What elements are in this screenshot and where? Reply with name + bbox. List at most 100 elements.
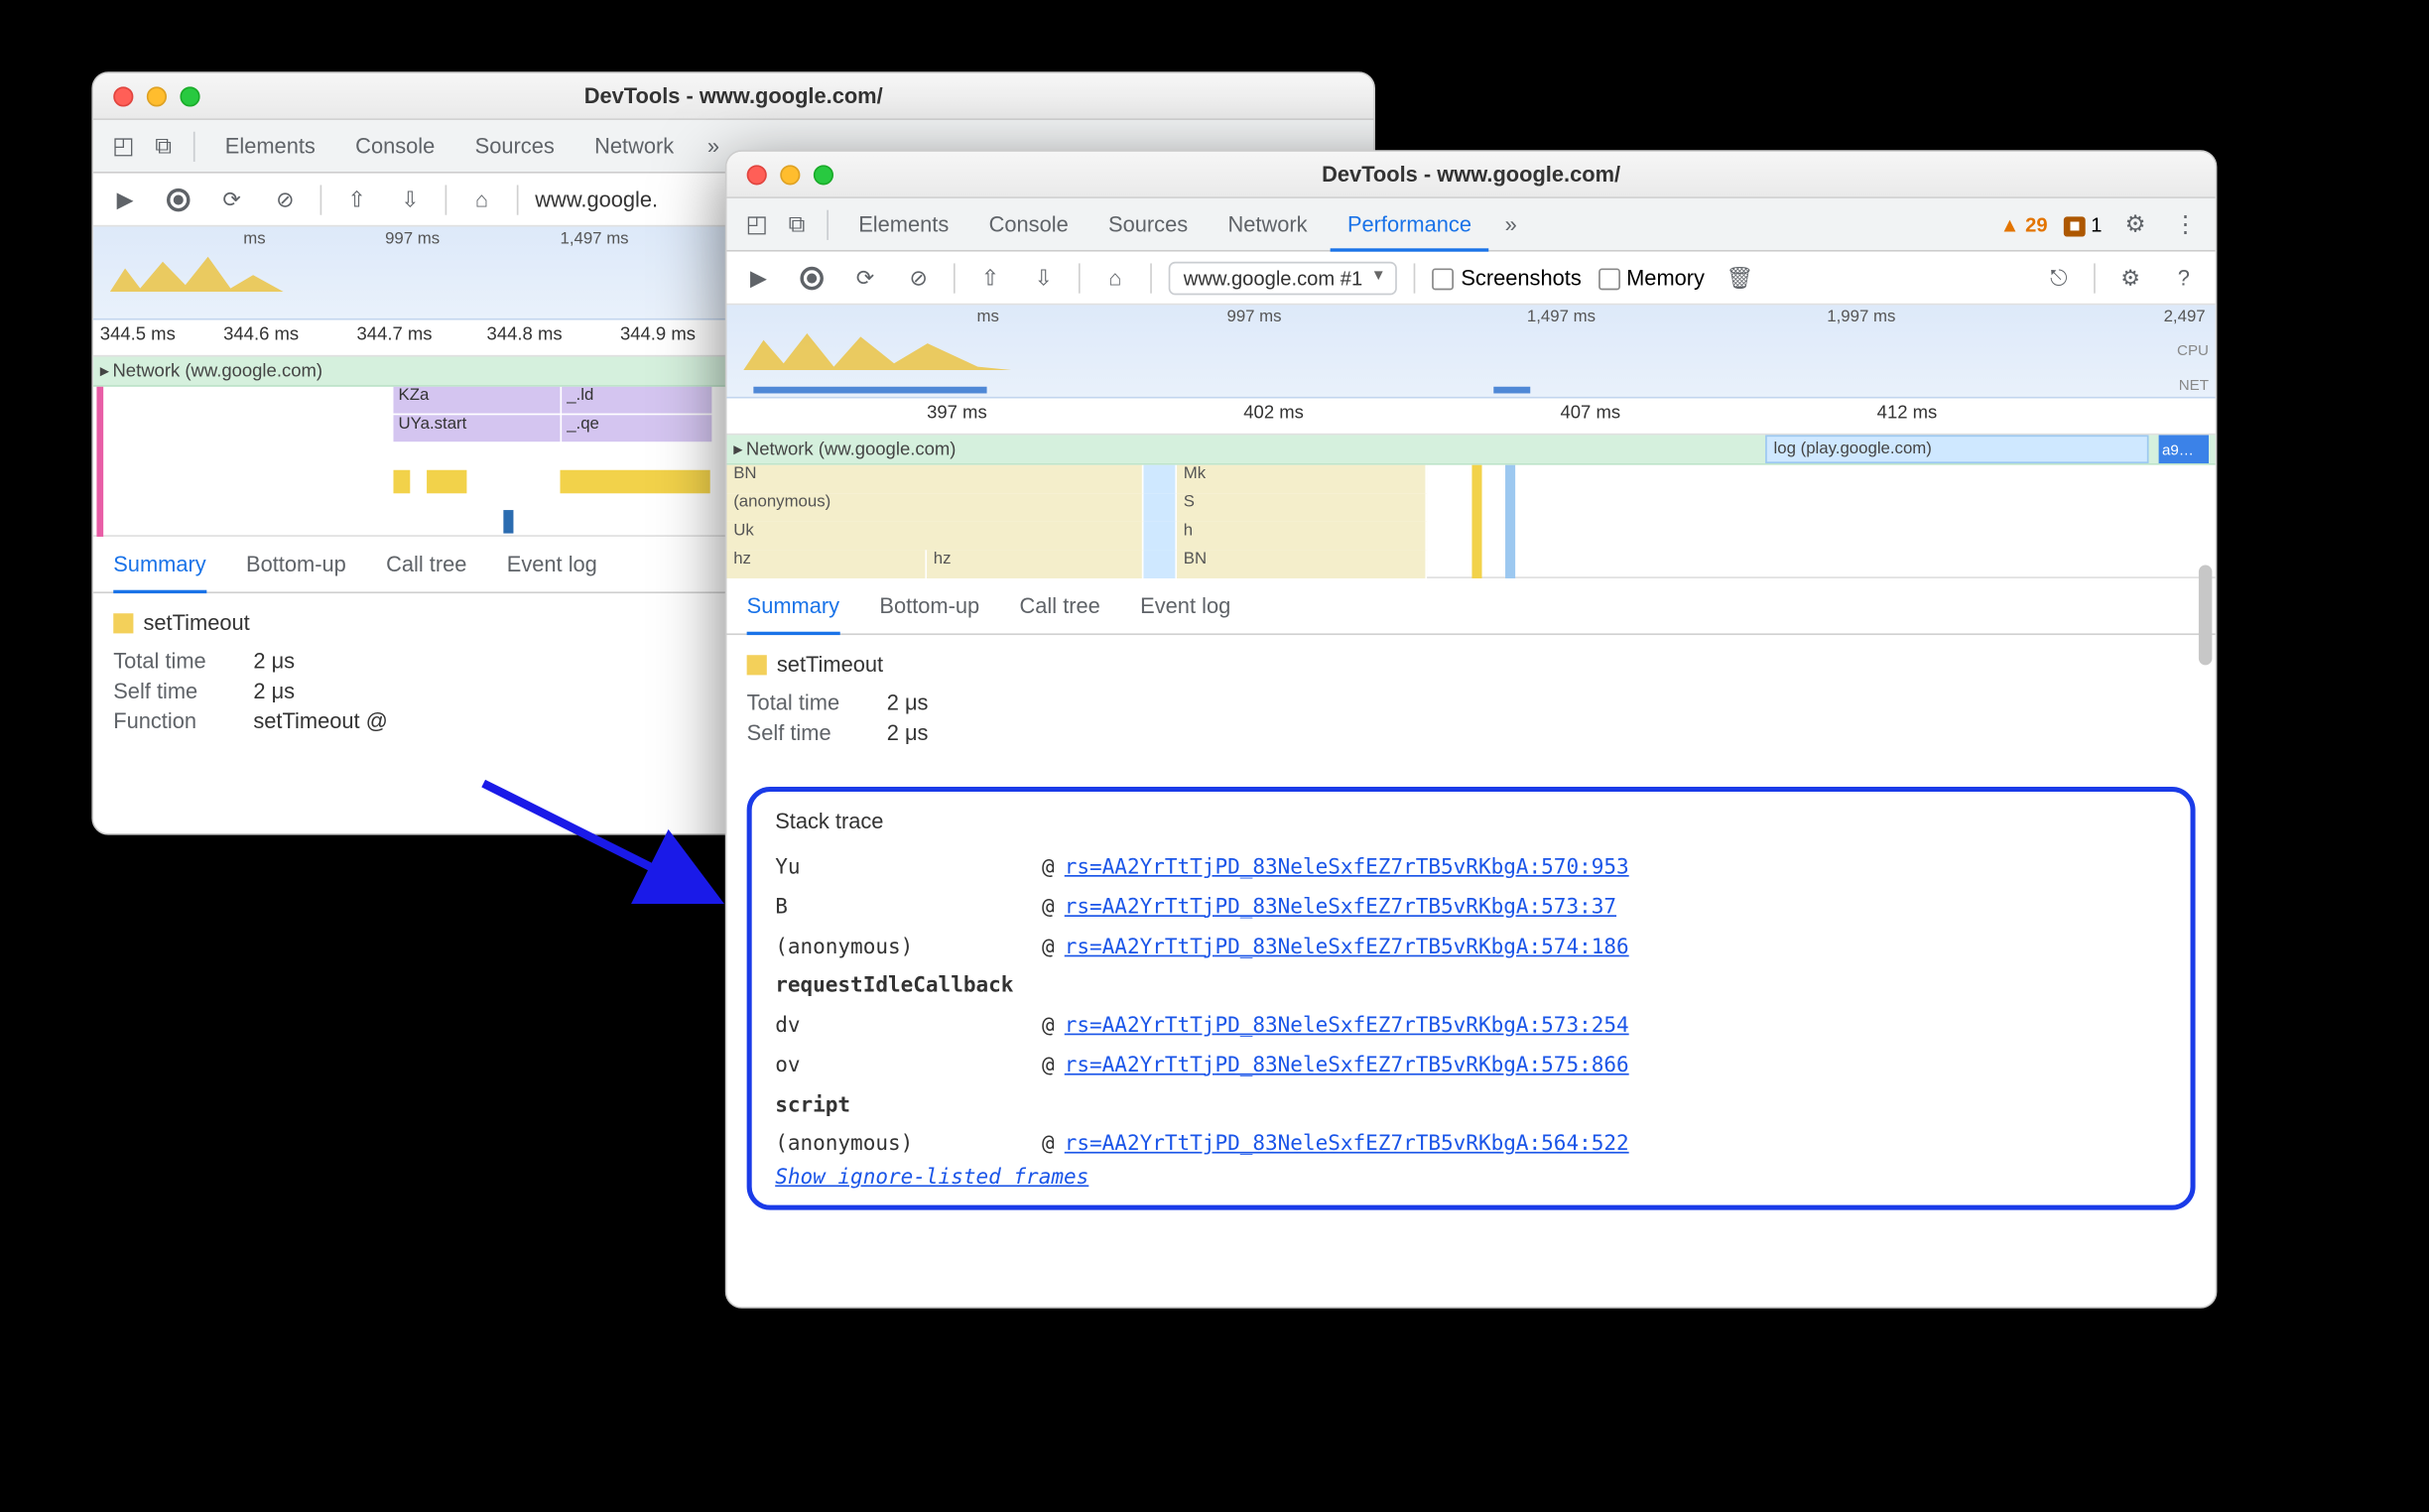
stack-frame: dv@rs=AA2YrTtTjPD_83NeleSxfEZ7rTB5vRKbgA… [775, 1005, 2167, 1045]
flame-block[interactable]: KZa [393, 387, 560, 414]
flame-block[interactable]: S [1177, 493, 1427, 522]
tab-console[interactable]: Console [338, 119, 451, 173]
home-icon[interactable]: ⌂ [1096, 259, 1133, 296]
ruler-tick: 344.9 ms [620, 325, 696, 345]
gc-icon[interactable]: 🗑 [1722, 259, 1758, 296]
tab-elements[interactable]: Elements [208, 119, 332, 173]
reload-icon[interactable]: ⟳ [213, 181, 250, 217]
flame-block[interactable] [1143, 493, 1177, 522]
subtab-calltree[interactable]: Call tree [386, 536, 466, 592]
flame-block[interactable]: Mk [1177, 465, 1427, 494]
issue-badge[interactable]: ■ 1 [2064, 212, 2102, 236]
subtab-bottomup[interactable]: Bottom-up [879, 577, 979, 634]
color-swatch [113, 612, 133, 632]
tab-elements[interactable]: Elements [841, 197, 965, 251]
device-toolbar-icon[interactable]: ⧉ [780, 207, 814, 241]
clear-icon[interactable]: ⊘ [267, 181, 304, 217]
stack-source-link[interactable]: rs=AA2YrTtTjPD_83NeleSxfEZ7rTB5vRKbgA:57… [1065, 926, 1629, 965]
warning-badge[interactable]: ▲ 29 [2000, 212, 2048, 236]
tab-performance[interactable]: Performance [1331, 198, 1488, 252]
flame-block[interactable]: hz [726, 550, 927, 578]
help-icon[interactable]: ? [2165, 259, 2202, 296]
download-icon[interactable]: ⇩ [1025, 259, 1062, 296]
clear-icon[interactable]: ⊘ [900, 259, 937, 296]
timeline-overview[interactable]: ms 997 ms 1,497 ms 1,997 ms 2,497 CPU NE… [726, 305, 2215, 398]
network-bar-log[interactable]: log (play.google.com) [1765, 435, 2148, 463]
flame-block[interactable]: Uk [726, 522, 1143, 551]
shortcuts-icon[interactable]: ⎋ [2040, 259, 2077, 296]
stack-frame: script [775, 1084, 2167, 1124]
scrollbar[interactable] [2199, 566, 2212, 666]
flame-block[interactable]: _.ld [562, 387, 711, 414]
kv-val: setTimeout @ [253, 708, 387, 733]
subtab-eventlog[interactable]: Event log [1140, 577, 1230, 634]
titlebar[interactable]: DevTools - www.google.com/ [726, 152, 2215, 198]
flame-block[interactable]: h [1177, 522, 1427, 551]
stack-trace-box: Stack trace Yu@rs=AA2YrTtTjPD_83NeleSxfE… [747, 787, 2196, 1210]
inspect-icon[interactable]: ◰ [107, 129, 141, 163]
upload-icon[interactable]: ⇧ [338, 181, 375, 217]
screenshots-toggle[interactable]: Screenshots [1433, 265, 1582, 290]
tick: 997 ms [1226, 309, 1281, 326]
tick: 1,497 ms [1527, 309, 1596, 326]
color-swatch [747, 654, 767, 674]
tab-console[interactable]: Console [972, 197, 1086, 251]
flame-block[interactable]: BN [1177, 550, 1427, 578]
device-toolbar-icon[interactable]: ⧉ [147, 129, 181, 163]
toggle-drawer-icon[interactable]: ▶ [740, 259, 777, 296]
titlebar[interactable]: DevTools - www.google.com/ [93, 73, 1373, 120]
flame-block[interactable] [1143, 465, 1177, 494]
flame-block[interactable]: UYa.start [393, 415, 560, 441]
home-icon[interactable]: ⌂ [463, 181, 500, 217]
stack-source-link[interactable]: rs=AA2YrTtTjPD_83NeleSxfEZ7rTB5vRKbgA:57… [1065, 886, 1616, 926]
selected-name: setTimeout [143, 610, 249, 635]
time-ruler[interactable]: 397 ms 402 ms 407 ms 412 ms [726, 399, 2215, 436]
flame-block[interactable]: BN [726, 465, 1143, 494]
selected-name: setTimeout [777, 652, 883, 677]
more-tabs-icon[interactable]: » [698, 133, 729, 158]
at-symbol: @ [1042, 1124, 1055, 1164]
flame-block[interactable] [1143, 550, 1177, 578]
subtab-bottomup[interactable]: Bottom-up [246, 536, 346, 592]
stack-source-link[interactable]: rs=AA2YrTtTjPD_83NeleSxfEZ7rTB5vRKbgA:57… [1065, 1045, 1629, 1084]
tab-network[interactable]: Network [1212, 197, 1325, 251]
settings-icon[interactable]: ⚙ [2112, 259, 2149, 296]
stack-fn: B [775, 886, 1042, 926]
upload-icon[interactable]: ⇧ [971, 259, 1008, 296]
tick: 997 ms [385, 230, 440, 248]
more-tabs-icon[interactable]: » [1494, 211, 1526, 236]
flame-chart[interactable]: BN Mk (anonymous) S Uk h hz hz BN [726, 465, 2215, 578]
flame-block[interactable]: _.qe [562, 415, 711, 441]
network-row[interactable]: ▸Network (ww.google.com) log (play.googl… [726, 435, 2215, 464]
flame-block[interactable] [1143, 522, 1177, 551]
stack-frame: (anonymous)@rs=AA2YrTtTjPD_83NeleSxfEZ7r… [775, 926, 2167, 965]
kebab-icon[interactable]: ⋮ [2169, 207, 2203, 241]
recording-selector[interactable]: www.google.com #1 [1169, 261, 1398, 295]
gear-icon[interactable]: ⚙ [2118, 207, 2152, 241]
flame-block[interactable]: hz [927, 550, 1143, 578]
toggle-drawer-icon[interactable]: ▶ [107, 181, 144, 217]
stack-source-link[interactable]: rs=AA2YrTtTjPD_83NeleSxfEZ7rTB5vRKbgA:57… [1065, 1005, 1629, 1045]
tab-sources[interactable]: Sources [458, 119, 572, 173]
flame-block[interactable]: (anonymous) [726, 493, 1143, 522]
record-button[interactable] [160, 181, 196, 217]
subtab-eventlog[interactable]: Event log [507, 536, 597, 592]
show-ignored-link[interactable]: Show ignore-listed frames [775, 1164, 1088, 1189]
subtab-summary[interactable]: Summary [113, 537, 205, 593]
stack-source-link[interactable]: rs=AA2YrTtTjPD_83NeleSxfEZ7rTB5vRKbgA:56… [1065, 1124, 1629, 1164]
stack-source-link[interactable]: rs=AA2YrTtTjPD_83NeleSxfEZ7rTB5vRKbgA:57… [1065, 846, 1629, 886]
kv-val: 2 μs [253, 649, 295, 674]
memory-toggle[interactable]: Memory [1598, 265, 1705, 290]
record-button[interactable] [794, 259, 831, 296]
download-icon[interactable]: ⇩ [392, 181, 429, 217]
tab-sources[interactable]: Sources [1091, 197, 1205, 251]
at-symbol: @ [1042, 846, 1055, 886]
subtab-calltree[interactable]: Call tree [1020, 577, 1100, 634]
reload-icon[interactable]: ⟳ [846, 259, 883, 296]
network-bar-a9[interactable]: a9… [2159, 435, 2209, 463]
kv-val: 2 μs [887, 720, 929, 745]
subtab-summary[interactable]: Summary [747, 578, 839, 635]
panel-tabs: ◰ ⧉ Elements Console Sources Network Per… [726, 198, 2215, 252]
tab-network[interactable]: Network [577, 119, 691, 173]
inspect-icon[interactable]: ◰ [740, 207, 774, 241]
